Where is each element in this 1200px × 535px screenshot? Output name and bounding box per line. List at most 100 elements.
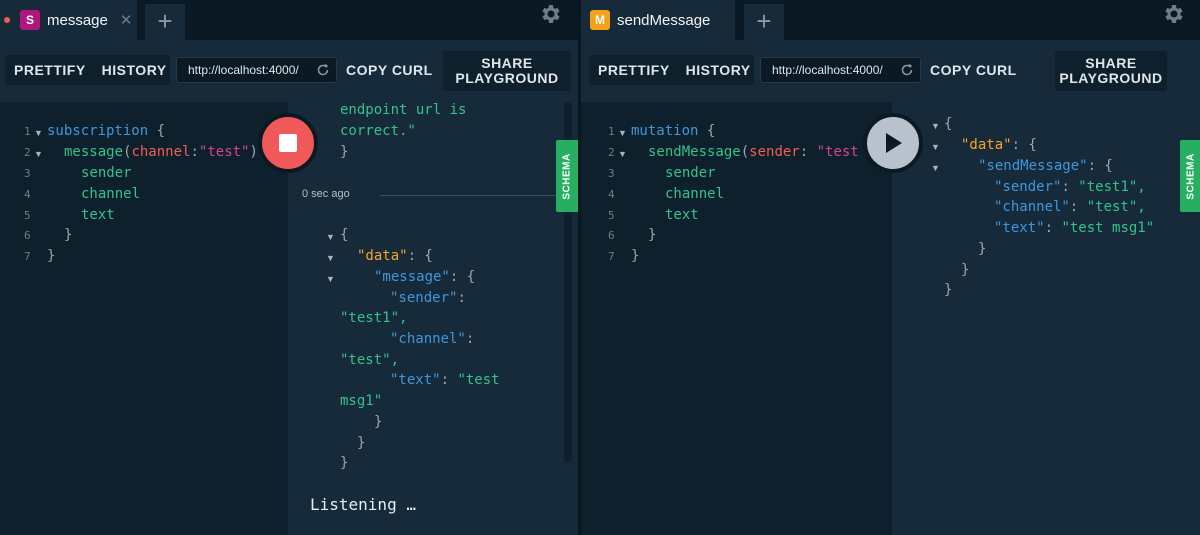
subscription-badge: S — [20, 10, 40, 30]
tab-message[interactable]: S message ✕ — [0, 0, 137, 40]
json-key-message: "message" — [374, 269, 450, 285]
line-number: 7 — [608, 250, 615, 263]
selected-field: sender — [81, 165, 132, 181]
json-value-text-cont: msg1" — [340, 393, 383, 409]
execute-query-button[interactable] — [863, 113, 923, 173]
endpoint-url-text: http://localhost:4000/ — [772, 63, 883, 77]
mutation-badge: M — [590, 10, 610, 30]
toolbar: PRETTIFY HISTORY http://localhost:4000/ … — [581, 40, 1200, 102]
fold-arrow-icon[interactable]: ▼ — [34, 149, 43, 159]
reload-icon[interactable] — [315, 62, 331, 78]
left-playground-pane: S message ✕ + PRETTIFY HISTORY http://lo… — [0, 0, 578, 535]
history-button[interactable]: HISTORY — [102, 62, 167, 78]
endpoint-url-text: http://localhost:4000/ — [188, 63, 299, 77]
argument-value: "test" — [198, 144, 250, 160]
endpoint-url-input[interactable]: http://localhost:4000/ — [760, 57, 921, 83]
results-panel: ▼ ▼ ▼ { "data": { "sendMessage": { "send… — [892, 102, 1200, 535]
selected-field: text — [81, 207, 115, 223]
right-playground-pane: M sendMessage + PRETTIFY HISTORY http://… — [581, 0, 1200, 535]
share-label: SHARE — [1085, 55, 1137, 71]
argument-name: sender — [749, 144, 800, 160]
query-editor[interactable]: 1 2 3 4 5 6 7 ▼ ▼ subscription { message… — [0, 102, 288, 535]
line-number: 5 — [608, 209, 615, 222]
fold-arrow-icon[interactable]: ▼ — [931, 142, 940, 152]
json-value-sender: "test1", — [1078, 179, 1146, 195]
json-key-text: "text" — [390, 372, 441, 388]
selected-field: sender — [665, 165, 716, 181]
line-number: 1 — [608, 125, 615, 138]
endpoint-url-input[interactable]: http://localhost:4000/ — [176, 57, 337, 83]
fold-arrow-icon[interactable]: ▼ — [618, 149, 627, 159]
fold-arrow-icon[interactable]: ▼ — [931, 121, 940, 131]
schema-tab[interactable]: SCHEMA — [556, 140, 578, 212]
json-value-channel: "test", — [340, 352, 400, 368]
share-label: SHARE — [481, 55, 533, 71]
line-number: 3 — [608, 167, 615, 180]
query-editor[interactable]: 1 2 3 4 5 6 7 ▼ ▼ mutation { sendMessage… — [581, 102, 892, 535]
json-key-data: "data" — [357, 248, 408, 264]
argument-name: channel — [131, 144, 191, 160]
fold-arrow-icon[interactable]: ▼ — [326, 232, 335, 242]
schema-label: SCHEMA — [1185, 152, 1197, 200]
fold-arrow-icon[interactable]: ▼ — [34, 128, 43, 138]
playground-label: PLAYGROUND — [455, 70, 559, 86]
result-timestamp: 0 sec ago — [302, 188, 350, 200]
json-value-text: "test — [457, 372, 500, 388]
json-key-sender: "sender" — [994, 179, 1062, 195]
stop-icon — [279, 134, 297, 152]
selected-field: channel — [81, 186, 141, 202]
result-text: } — [340, 144, 349, 160]
line-number: 3 — [24, 167, 31, 180]
query-field: sendMessage — [648, 144, 741, 160]
json-value-text: "test msg1" — [1061, 220, 1155, 236]
share-playground-button[interactable]: SHARE PLAYGROUND — [1055, 51, 1167, 91]
copy-curl-button[interactable]: COPY CURL — [930, 62, 1017, 78]
timestamp-divider — [380, 195, 570, 196]
argument-value: "test — [816, 144, 859, 160]
gear-icon[interactable] — [1161, 2, 1185, 26]
copy-curl-button[interactable]: COPY CURL — [346, 62, 433, 78]
selected-field: text — [665, 207, 699, 223]
line-number: 6 — [608, 229, 615, 242]
fold-arrow-icon[interactable]: ▼ — [326, 274, 335, 284]
add-tab-button[interactable]: + — [145, 4, 185, 40]
reload-icon[interactable] — [899, 62, 915, 78]
json-key-sender: "sender" — [390, 290, 458, 306]
fold-arrow-icon[interactable]: ▼ — [618, 128, 627, 138]
json-key-text: "text" — [994, 220, 1045, 236]
fold-arrow-icon[interactable]: ▼ — [931, 163, 940, 173]
tab-sendmessage[interactable]: M sendMessage — [581, 0, 735, 40]
prettify-button[interactable]: PRETTIFY — [598, 62, 670, 78]
json-key-channel: "channel" — [390, 331, 466, 347]
play-icon — [886, 133, 902, 153]
fold-arrow-icon[interactable]: ▼ — [326, 253, 335, 263]
close-icon[interactable]: ✕ — [120, 11, 133, 29]
gear-icon[interactable] — [538, 2, 562, 26]
operation-keyword: mutation — [631, 123, 699, 139]
selected-field: channel — [665, 186, 725, 202]
line-number: 2 — [608, 146, 615, 159]
add-tab-button[interactable]: + — [744, 4, 784, 40]
schema-tab[interactable]: SCHEMA — [1180, 140, 1200, 212]
prettify-button[interactable]: PRETTIFY — [14, 62, 86, 78]
line-number: 4 — [24, 188, 31, 201]
stop-button[interactable] — [258, 113, 318, 173]
json-key-channel: "channel" — [994, 199, 1070, 215]
result-text: endpoint url is — [340, 102, 467, 118]
line-number: 6 — [24, 229, 31, 242]
history-button[interactable]: HISTORY — [686, 62, 751, 78]
line-number: 2 — [24, 146, 31, 159]
tab-title: sendMessage — [617, 11, 711, 29]
results-panel: endpoint url is correct." } ▼ ▼ ▼ { "dat… — [288, 102, 578, 535]
toolbar-button-group: PRETTIFY HISTORY — [589, 55, 754, 85]
query-field: message — [64, 144, 124, 160]
share-playground-button[interactable]: SHARE PLAYGROUND — [443, 51, 571, 91]
tab-bar: S message ✕ + — [0, 0, 578, 40]
json-key-data: "data" — [961, 137, 1012, 153]
playground-label: PLAYGROUND — [1059, 70, 1163, 86]
unsaved-indicator — [4, 17, 10, 23]
listening-status: Listening … — [310, 495, 416, 514]
line-number: 1 — [24, 125, 31, 138]
json-key-sendmessage: "sendMessage" — [978, 158, 1088, 174]
line-number: 7 — [24, 250, 31, 263]
